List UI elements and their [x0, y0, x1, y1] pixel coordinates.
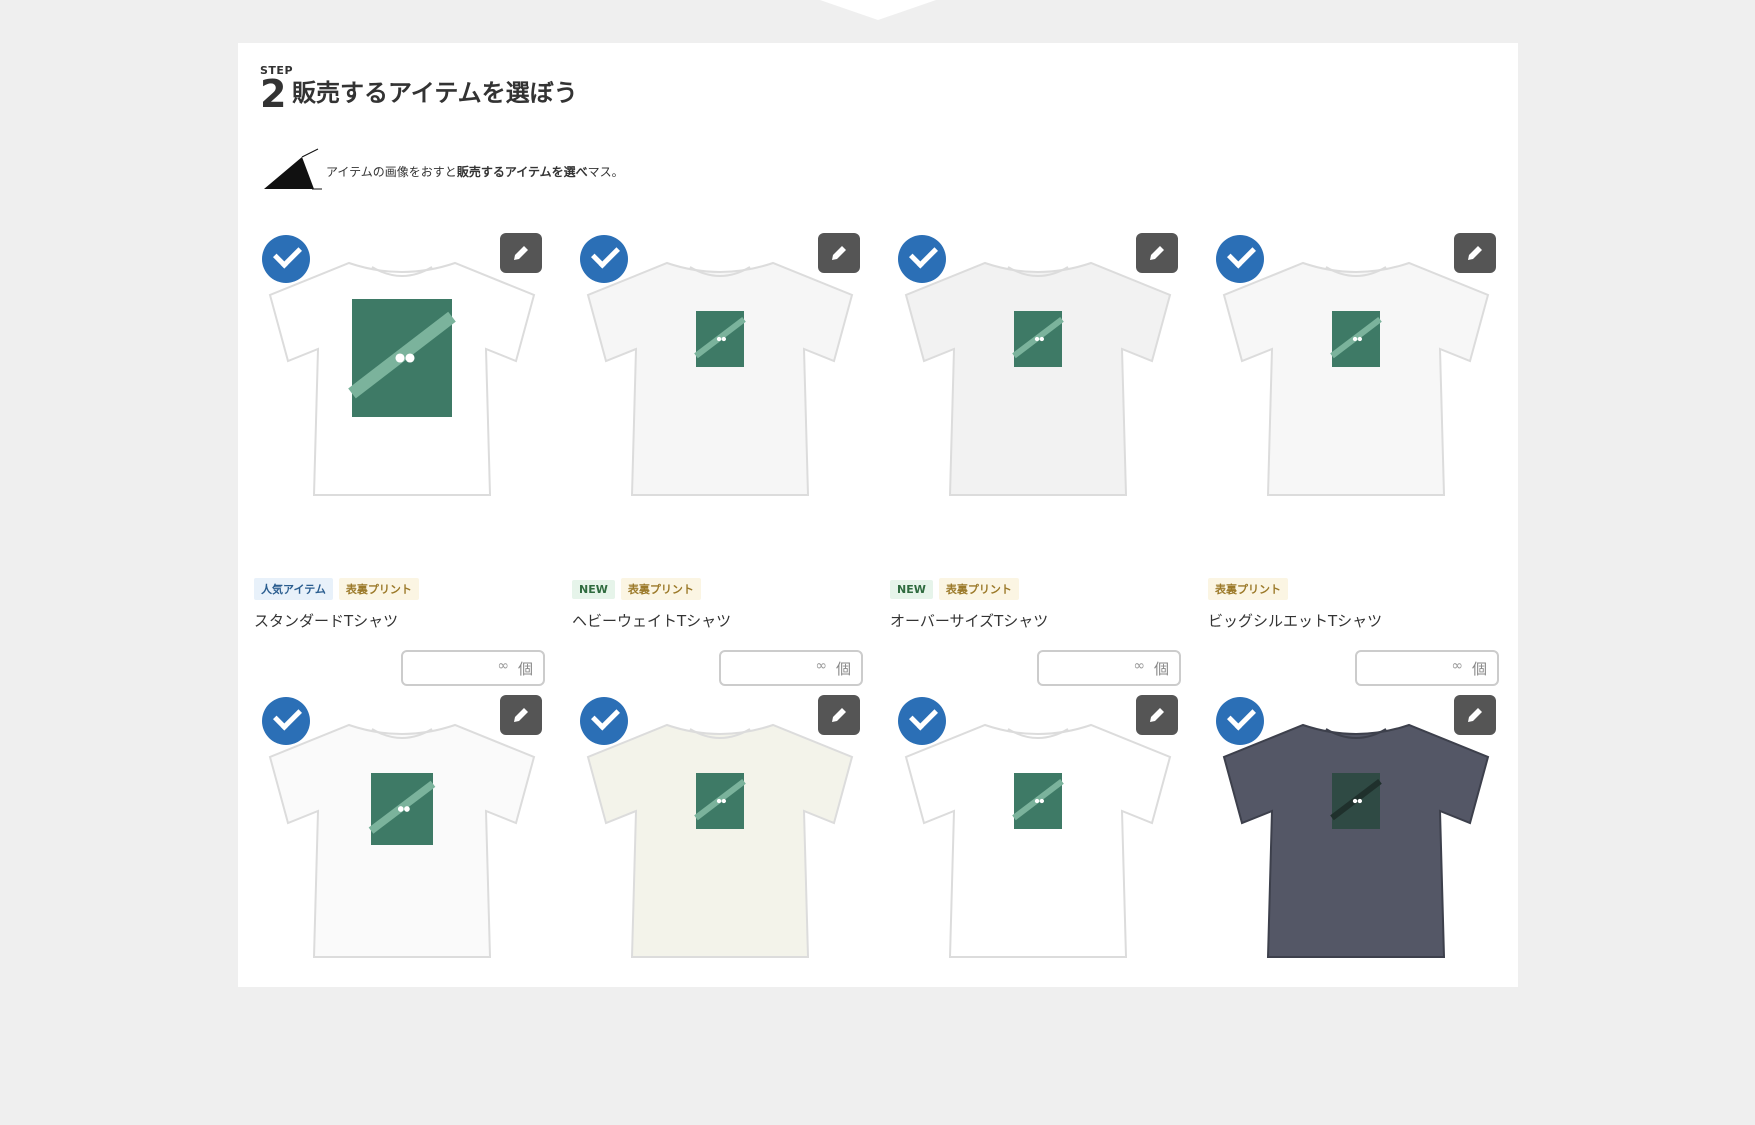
quantity-field[interactable]: ∞ 個 [719, 650, 863, 686]
item-badge: 表裏プリント [1208, 578, 1288, 600]
edit-button[interactable] [818, 695, 860, 735]
badge-row: NEW 表裏プリント [572, 578, 707, 600]
item-card: NEW 表裏プリント オーバーサイズTシャツ ∞ 個 [890, 233, 1186, 686]
pencil-icon [514, 708, 528, 722]
badge-row: NEW 表裏プリント [890, 578, 1025, 600]
header-notch [820, 0, 936, 20]
selected-check-icon[interactable] [1216, 235, 1264, 283]
edit-button[interactable] [818, 233, 860, 273]
quantity-field[interactable]: ∞ 個 [1355, 650, 1499, 686]
hint-text: アイテムの画像をおすと販売するアイテムを選べマス。 [326, 165, 624, 179]
infinity-icon: ∞ [1133, 658, 1145, 674]
selected-check-icon[interactable] [898, 235, 946, 283]
item-card [890, 695, 1186, 1125]
edit-button[interactable] [1136, 233, 1178, 273]
pencil-icon [1468, 246, 1482, 260]
pencil-icon [832, 246, 846, 260]
quantity-unit: 個 [835, 660, 851, 678]
edit-button[interactable] [500, 233, 542, 273]
step-indicator: STEP 2 [260, 65, 293, 116]
selected-check-icon[interactable] [580, 235, 628, 283]
infinity-icon: ∞ [1451, 658, 1463, 674]
edit-button[interactable] [1136, 695, 1178, 735]
quantity-input[interactable] [1363, 658, 1447, 680]
item-name: ヘビーウェイトTシャツ [572, 612, 732, 630]
edit-button[interactable] [500, 695, 542, 735]
infinity-icon: ∞ [497, 658, 509, 674]
item-name: ビッグシルエットTシャツ [1208, 612, 1383, 630]
item-selection-panel: STEP 2 販売するアイテムを選ぼう アイテムの画像をおすと販売するアイテムを… [238, 43, 1518, 987]
selected-check-icon[interactable] [580, 697, 628, 745]
badge-row: 人気アイテム 表裏プリント [254, 578, 425, 600]
pencil-icon [514, 246, 528, 260]
item-card [572, 695, 868, 1125]
item-badge: NEW [890, 580, 933, 599]
selected-check-icon[interactable] [262, 235, 310, 283]
step-number: 2 [260, 72, 287, 116]
page-title: 販売するアイテムを選ぼう [292, 79, 578, 107]
item-name: オーバーサイズTシャツ [890, 612, 1049, 630]
pencil-icon [1468, 708, 1482, 722]
quantity-unit: 個 [1471, 660, 1487, 678]
pencil-icon [1150, 246, 1164, 260]
quantity-input[interactable] [409, 658, 493, 680]
edit-button[interactable] [1454, 695, 1496, 735]
item-card [1208, 695, 1504, 1125]
selected-check-icon[interactable] [262, 697, 310, 745]
quantity-input[interactable] [1045, 658, 1129, 680]
badge-row: 表裏プリント [1208, 578, 1294, 600]
item-card: 人気アイテム 表裏プリント スタンダードTシャツ ∞ 個 [254, 233, 550, 686]
quantity-unit: 個 [517, 660, 533, 678]
quantity-field[interactable]: ∞ 個 [401, 650, 545, 686]
selected-check-icon[interactable] [1216, 697, 1264, 745]
item-badge: 表裏プリント [938, 578, 1019, 600]
pencil-icon [832, 708, 846, 722]
item-name: スタンダードTシャツ [254, 612, 399, 630]
infinity-icon: ∞ [815, 658, 827, 674]
quantity-unit: 個 [1153, 660, 1169, 678]
item-badge: 表裏プリント [620, 578, 701, 600]
edit-button[interactable] [1454, 233, 1496, 273]
hint-row: アイテムの画像をおすと販売するアイテムを選べマス。 [262, 147, 662, 197]
item-card: NEW 表裏プリント ヘビーウェイトTシャツ ∞ 個 [572, 233, 868, 686]
pointer-icon [264, 148, 322, 190]
item-badge: 表裏プリント [338, 578, 419, 600]
quantity-field[interactable]: ∞ 個 [1037, 650, 1181, 686]
quantity-input[interactable] [727, 658, 811, 680]
item-card [254, 695, 550, 1125]
pencil-icon [1150, 708, 1164, 722]
selected-check-icon[interactable] [898, 697, 946, 745]
item-badge: 人気アイテム [254, 578, 333, 600]
item-badge: NEW [572, 580, 615, 599]
item-card: 表裏プリント ビッグシルエットTシャツ ∞ 個 [1208, 233, 1504, 686]
